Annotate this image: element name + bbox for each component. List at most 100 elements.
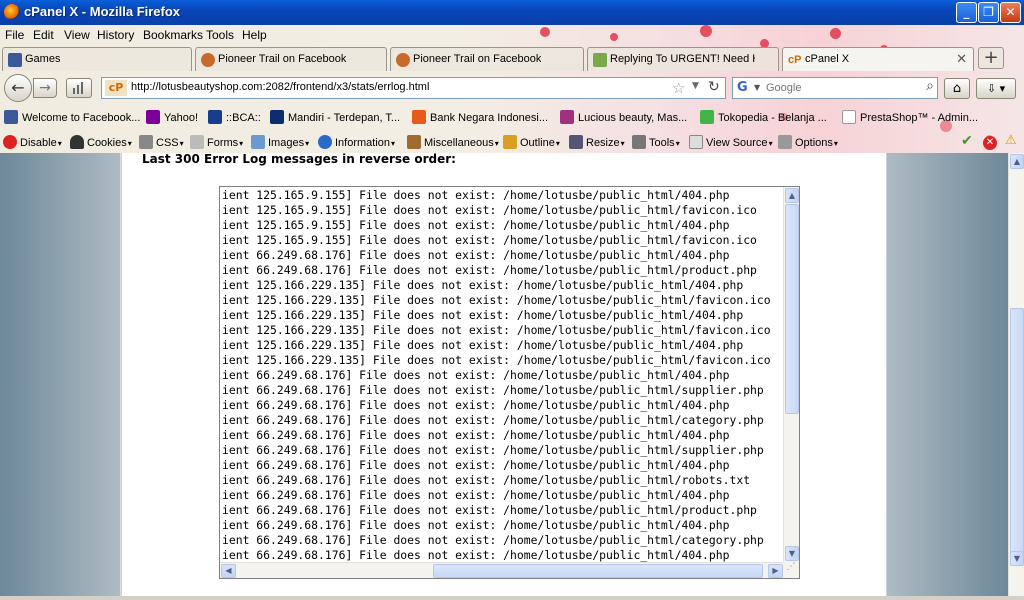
google-icon[interactable]: G xyxy=(737,80,748,95)
reload-icon[interactable]: ↻ xyxy=(708,79,720,95)
bookmark-tokopedia[interactable]: Tokopedia - Belanja ... xyxy=(700,110,827,124)
url-bar[interactable]: cP http://lotusbeautyshop.com:2082/front… xyxy=(101,77,726,99)
bca-icon xyxy=(208,110,222,124)
page-scroll-up-icon[interactable]: ▲ xyxy=(1010,154,1024,169)
back-button[interactable]: ← xyxy=(4,74,32,102)
tab-cpanel[interactable]: cP cPanel X ✕ xyxy=(782,47,974,71)
cpanel-icon: cP xyxy=(788,54,802,66)
log-vertical-scroll-thumb[interactable] xyxy=(785,204,799,414)
bookmark-facebook[interactable]: Welcome to Facebook... xyxy=(4,110,140,124)
url-dropdown-icon[interactable]: ▼ xyxy=(692,81,699,91)
disable-icon xyxy=(3,135,17,149)
resize-icon xyxy=(569,135,583,149)
log-line: ient 66.249.68.176] File does not exist:… xyxy=(222,518,730,532)
page-vertical-scrollbar[interactable]: ▲ ▼ xyxy=(1008,153,1024,596)
log-line: ient 66.249.68.176] File does not exist:… xyxy=(222,383,764,397)
outline-icon xyxy=(503,135,517,149)
resize-grip-icon[interactable]: ⋰ xyxy=(783,562,799,578)
menu-help[interactable]: Help xyxy=(242,28,267,42)
information-icon xyxy=(318,135,332,149)
dev-images[interactable]: Images▾ xyxy=(251,135,309,149)
bookmark-star-icon[interactable]: ☆ xyxy=(672,79,685,97)
scroll-up-icon[interactable]: ▲ xyxy=(785,188,799,203)
log-line: ient 125.165.9.155] File does not exist:… xyxy=(222,218,730,232)
search-input[interactable] xyxy=(766,82,906,94)
bookmarks-toolbar: Welcome to Facebook... Yahoo! ::BCA:: Ma… xyxy=(0,107,1024,129)
bookmark-lucious-beauty[interactable]: Lucious beauty, Mas... xyxy=(560,110,687,124)
dev-cookies[interactable]: Cookies▾ xyxy=(70,135,132,149)
minimize-button[interactable]: _ xyxy=(956,2,977,23)
log-line: ient 66.249.68.176] File does not exist:… xyxy=(222,443,764,457)
search-engine-dropdown-icon[interactable]: ▼ xyxy=(754,83,760,92)
bookmark-bni[interactable]: Bank Negara Indonesi... xyxy=(412,110,548,124)
scroll-right-icon[interactable]: ▶ xyxy=(768,564,783,578)
log-line: ient 66.249.68.176] File does not exist:… xyxy=(222,263,757,277)
log-line: ient 66.249.68.176] File does not exist:… xyxy=(222,248,730,262)
url-text[interactable]: http://lotusbeautyshop.com:2082/frontend… xyxy=(131,81,429,93)
log-line: ient 66.249.68.176] File does not exist:… xyxy=(222,458,730,472)
bookmark-bca[interactable]: ::BCA:: xyxy=(208,110,261,124)
search-bar[interactable]: G ▼ ⌕ xyxy=(732,77,938,99)
web-developer-toolbar: Disable▾ Cookies▾ CSS▾ Forms▾ Images▾ In… xyxy=(0,131,1024,153)
dev-tools[interactable]: Tools▾ xyxy=(632,135,680,149)
dev-forms[interactable]: Forms▾ xyxy=(190,135,243,149)
download-button[interactable]: ⇩ ▾ xyxy=(976,78,1016,99)
scroll-left-icon[interactable]: ◀ xyxy=(221,564,236,578)
menu-tools[interactable]: Tools xyxy=(206,28,234,42)
search-icon[interactable]: ⌕ xyxy=(926,78,934,94)
log-line: ient 66.249.68.176] File does not exist:… xyxy=(222,548,730,562)
new-tab-button[interactable]: + xyxy=(978,47,1004,69)
page-scroll-thumb[interactable] xyxy=(1010,308,1024,558)
dev-information[interactable]: Information▾ xyxy=(318,135,395,149)
menu-edit[interactable]: Edit xyxy=(33,28,54,42)
log-line: ient 66.249.68.176] File does not exist:… xyxy=(222,473,751,487)
log-line: ient 66.249.68.176] File does not exist:… xyxy=(222,533,764,547)
log-line: ient 66.249.68.176] File does not exist:… xyxy=(222,503,757,517)
dev-resize[interactable]: Resize▾ xyxy=(569,135,625,149)
page-scroll-down-icon[interactable]: ▼ xyxy=(1010,551,1024,566)
firefox-icon xyxy=(4,4,20,20)
menu-history[interactable]: History xyxy=(97,28,134,42)
page-icon xyxy=(842,110,856,124)
dev-options[interactable]: Options▾ xyxy=(778,135,838,149)
log-line: ient 66.249.68.176] File does not exist:… xyxy=(222,428,730,442)
page-content: Last 300 Error Log messages in reverse o… xyxy=(0,152,1008,596)
pioneer-trail-icon xyxy=(396,53,410,67)
bookmark-prestashop[interactable]: PrestaShop™ - Admin... xyxy=(842,110,978,124)
tab-games[interactable]: Games xyxy=(2,47,192,71)
menu-file[interactable]: File xyxy=(5,28,24,42)
forward-button[interactable]: → xyxy=(33,78,57,98)
close-window-button[interactable]: ✕ xyxy=(1000,2,1021,23)
tab-pioneer-trail-1[interactable]: Pioneer Trail on Facebook xyxy=(195,47,387,71)
scroll-down-icon[interactable]: ▼ xyxy=(785,546,799,561)
tab-strip: Games Pioneer Trail on Facebook Pioneer … xyxy=(0,46,1024,72)
error-log-textarea[interactable]: ient 125.165.9.155] File does not exist:… xyxy=(219,186,800,579)
stats-button[interactable] xyxy=(66,78,92,98)
close-tab-icon[interactable]: ✕ xyxy=(956,51,967,67)
menu-bookmarks[interactable]: Bookmarks xyxy=(143,28,203,42)
tab-pioneer-trail-2[interactable]: Pioneer Trail on Facebook xyxy=(390,47,584,71)
bookmark-yahoo[interactable]: Yahoo! xyxy=(146,110,198,124)
log-horizontal-scroll-thumb[interactable] xyxy=(433,564,763,578)
warning-icon[interactable]: ⚠ xyxy=(1005,132,1017,148)
dev-miscellaneous[interactable]: Miscellaneous▾ xyxy=(407,135,499,149)
validation-ok-icon[interactable]: ✔ xyxy=(961,132,973,149)
dev-css[interactable]: CSS▾ xyxy=(139,135,184,149)
bookmark-mandiri[interactable]: Mandiri - Terdepan, T... xyxy=(270,110,400,124)
facebook-icon xyxy=(4,110,18,124)
log-horizontal-scrollbar[interactable]: ◀ ▶ xyxy=(220,562,784,578)
maximize-button[interactable]: ❐ xyxy=(978,2,999,23)
options-icon xyxy=(778,135,792,149)
error-icon[interactable]: ✕ xyxy=(983,133,1000,150)
view-source-icon xyxy=(689,135,703,149)
log-line: ient 125.166.229.135] File does not exis… xyxy=(222,338,744,352)
tab-replying-urgent[interactable]: Replying To URGENT! Need HE... xyxy=(587,47,779,71)
dev-disable[interactable]: Disable▾ xyxy=(3,135,62,149)
menu-view[interactable]: View xyxy=(64,28,90,42)
dev-view-source[interactable]: View Source▾ xyxy=(689,135,773,149)
home-button[interactable]: ⌂ xyxy=(944,78,970,99)
log-line: ient 125.165.9.155] File does not exist:… xyxy=(222,233,757,247)
dev-outline[interactable]: Outline▾ xyxy=(503,135,560,149)
log-vertical-scrollbar[interactable]: ▲ ▼ xyxy=(783,187,799,562)
mandiri-icon xyxy=(270,110,284,124)
